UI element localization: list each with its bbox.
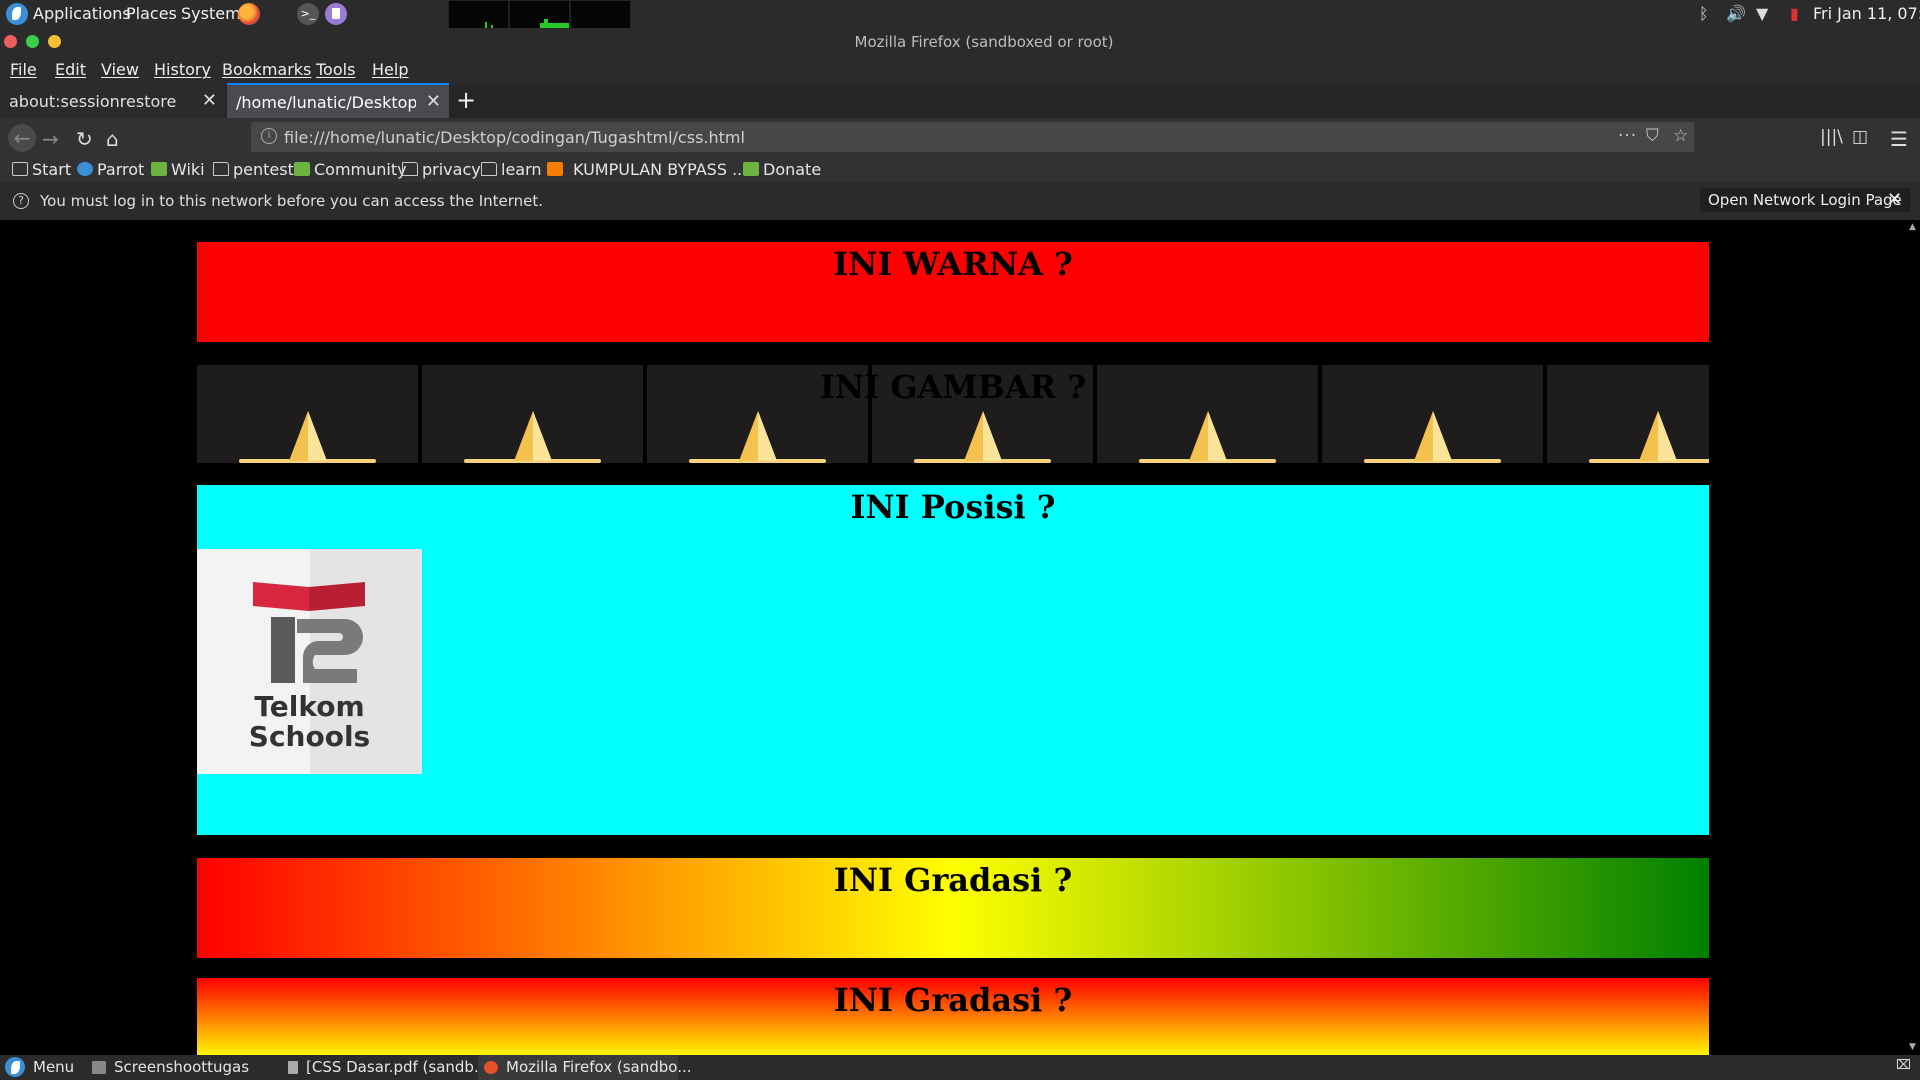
pocket-icon[interactable]: ⛉ — [1646, 126, 1659, 146]
show-desktop-icon[interactable]: ⌧ — [1896, 1058, 1911, 1073]
applications-menu[interactable]: Applications — [33, 4, 131, 23]
tab-label: /home/lunatic/Desktop/codin — [236, 93, 416, 112]
taskbar: Menu Screenshoottugas [CSS Dasar.pdf (sa… — [0, 1055, 1920, 1080]
library-icon[interactable]: |||\ — [1820, 127, 1843, 147]
warna-heading: INI WARNA ? — [833, 245, 1073, 283]
parrot-icon — [77, 162, 93, 176]
warna-section: INI WARNA ? — [197, 242, 1709, 342]
address-bar[interactable]: i file:///home/lunatic/Desktop/codingan/… — [251, 122, 1694, 152]
page-scrollbar[interactable]: ▲ ▼ — [1906, 220, 1920, 1055]
menu-bookmarks[interactable]: Bookmarks — [222, 60, 311, 79]
window-titlebar: Mozilla Firefox (sandboxed or root) — [0, 28, 1920, 56]
text-editor-launcher-icon[interactable] — [325, 3, 347, 25]
taskbar-item-firefox[interactable]: Mozilla Firefox (sandbo... — [484, 1058, 692, 1076]
tab-css-html[interactable]: /home/lunatic/Desktop/codin ✕ — [227, 83, 449, 119]
site-info-icon[interactable]: i — [261, 128, 277, 144]
back-button[interactable]: ← — [8, 124, 36, 152]
taskbar-menu[interactable]: Menu — [33, 1058, 74, 1076]
bookmark-folder-pentest[interactable]: pentest — [213, 160, 294, 179]
volume-icon[interactable]: 🔊 — [1726, 4, 1746, 23]
bookmark-icon — [294, 162, 310, 176]
home-button[interactable]: ⌂ — [106, 127, 119, 151]
close-notification-icon[interactable]: ✕ — [1887, 189, 1902, 210]
places-menu[interactable]: Places — [126, 4, 177, 23]
bookmark-donate[interactable]: Donate — [743, 160, 821, 179]
cpu-graph — [448, 0, 509, 29]
menu-view[interactable]: View — [101, 60, 139, 79]
url-text[interactable]: file:///home/lunatic/Desktop/codingan/Tu… — [284, 128, 745, 147]
memory-graph — [509, 0, 570, 29]
gradasi-horizontal-section: INI Gradasi ? — [197, 858, 1709, 958]
logo-text-schools: Schools — [248, 720, 371, 753]
bookmark-folder-learn[interactable]: learn — [481, 160, 542, 179]
network-graph — [570, 0, 631, 29]
new-tab-button[interactable]: + — [456, 86, 476, 114]
system-menu[interactable]: System — [181, 4, 241, 23]
posisi-heading: INI Posisi ? — [850, 488, 1056, 526]
scroll-down-icon[interactable]: ▼ — [1909, 1042, 1916, 1052]
telkom-schools-logo: Telkom Schools — [197, 549, 422, 774]
navigation-toolbar: ← → ↻ ⌂ i file:///home/lunatic/Desktop/c… — [0, 118, 1920, 158]
gradasi-heading-1: INI Gradasi ? — [833, 861, 1073, 899]
bookmark-kumpulan-bypass[interactable]: KUMPULAN BYPASS ... — [547, 160, 747, 179]
system-panel: Applications Places System >_ ᛒ 🔊 ▼ ▮ Fr… — [0, 0, 1920, 29]
bookmark-folder-privacy[interactable]: privacy — [402, 160, 481, 179]
bluetooth-icon[interactable]: ᛒ — [1699, 4, 1709, 23]
forward-button[interactable]: → — [42, 127, 59, 151]
menu-tools[interactable]: Tools — [316, 60, 355, 79]
help-icon: ? — [13, 193, 29, 209]
tab-sessionrestore[interactable]: about:sessionrestore ✕ — [0, 84, 225, 118]
posisi-section: INI Posisi ? Telkom Schools — [197, 485, 1709, 835]
bookmark-icon — [12, 162, 28, 176]
menubar: File Edit View History Bookmarks Tools H… — [0, 56, 1920, 84]
scroll-up-icon[interactable]: ▲ — [1909, 222, 1916, 232]
wifi-icon[interactable]: ▼ — [1756, 4, 1768, 23]
bookmark-wiki[interactable]: Wiki — [151, 160, 205, 179]
menu-history[interactable]: History — [154, 60, 211, 79]
bookmark-icon — [743, 162, 759, 176]
battery-icon[interactable]: ▮ — [1790, 4, 1799, 23]
sidebar-toggle-icon[interactable]: ◫ — [1852, 127, 1868, 147]
window-title: Mozilla Firefox (sandboxed or root) — [854, 33, 1114, 51]
tab-label: about:sessionrestore — [9, 92, 177, 111]
tab-bar: about:sessionrestore ✕ /home/lunatic/Des… — [0, 83, 1920, 119]
gambar-section: INI GAMBAR ? — [197, 365, 1709, 465]
folder-icon — [92, 1061, 106, 1074]
menu-logo-icon[interactable] — [5, 1057, 25, 1077]
bookmark-star-icon[interactable]: ☆ — [1673, 126, 1688, 146]
bookmarks-toolbar: Start Parrot Wiki pentest Community priv… — [0, 158, 1920, 182]
page-actions-icon[interactable]: ··· — [1618, 126, 1637, 146]
folder-icon — [481, 162, 497, 176]
captive-portal-notification: ? You must log in to this network before… — [0, 182, 1920, 220]
gambar-heading: INI GAMBAR ? — [819, 368, 1087, 406]
firefox-icon — [484, 1061, 498, 1074]
menu-edit[interactable]: Edit — [55, 60, 86, 79]
taskbar-item-css-dasar-pdf[interactable]: [CSS Dasar.pdf (sandb... — [288, 1058, 488, 1076]
logo-text-telkom: Telkom — [254, 690, 365, 723]
reload-button[interactable]: ↻ — [76, 127, 93, 151]
gradasi-heading-2: INI Gradasi ? — [833, 981, 1073, 1019]
taskbar-item-screenshoottugas[interactable]: Screenshoottugas — [92, 1058, 249, 1076]
bookmark-parrot[interactable]: Parrot — [77, 160, 144, 179]
firefox-launcher-icon[interactable] — [238, 3, 260, 25]
parrot-logo-icon[interactable] — [6, 3, 28, 25]
web-content: INI WARNA ? INI GAMBAR ? INI Posisi ? Te… — [0, 220, 1920, 1055]
folder-icon — [402, 162, 418, 176]
folder-icon — [213, 162, 229, 176]
bookmark-community[interactable]: Community — [294, 160, 407, 179]
open-login-page-button[interactable]: Open Network Login Page — [1700, 188, 1910, 212]
blogger-icon — [547, 162, 563, 176]
document-icon — [288, 1061, 298, 1074]
close-tab-icon[interactable]: ✕ — [426, 91, 441, 112]
menu-help[interactable]: Help — [372, 60, 408, 79]
notification-message: You must log in to this network before y… — [40, 192, 544, 210]
menu-file[interactable]: File — [10, 60, 37, 79]
gradasi-vertical-section: INI Gradasi ? — [197, 978, 1709, 1055]
terminal-launcher-icon[interactable]: >_ — [297, 3, 319, 25]
bookmark-icon — [151, 162, 167, 176]
close-tab-icon[interactable]: ✕ — [202, 90, 217, 111]
clock[interactable]: Fri Jan 11, 07:39 — [1813, 4, 1920, 23]
hamburger-menu-icon[interactable]: ☰ — [1890, 127, 1908, 151]
bookmark-start[interactable]: Start — [12, 160, 71, 179]
